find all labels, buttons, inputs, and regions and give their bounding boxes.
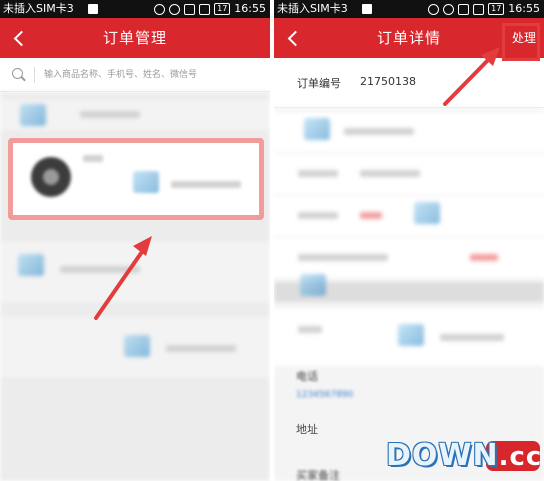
detail-logo <box>414 202 440 224</box>
battery-icon: 17 <box>488 3 505 15</box>
mute-icon <box>154 3 166 15</box>
list-item-logo <box>20 104 46 126</box>
order-number-label: 订单编号 <box>297 77 341 90</box>
search-icon <box>12 68 23 79</box>
list-item-text <box>80 111 140 118</box>
status-bar: 未插入SIM卡3 17 16:55 <box>0 0 270 18</box>
alarm-icon <box>169 3 181 15</box>
detail-logo <box>304 118 330 140</box>
order-card-text <box>171 181 241 188</box>
detail-text <box>298 326 322 333</box>
detail-text <box>470 254 498 261</box>
wifi-icon <box>458 3 470 15</box>
clock-text: 16:55 <box>508 2 540 15</box>
list-item-text <box>166 345 236 352</box>
process-button-highlight <box>502 23 540 61</box>
status-bar: 未插入SIM卡3 17 16:55 <box>274 0 544 18</box>
detail-row <box>274 238 544 278</box>
order-management-screen: 未插入SIM卡3 17 16:55 订单管理 <box>0 0 270 481</box>
detail-row <box>274 196 544 236</box>
alarm-icon <box>443 3 455 15</box>
detail-text <box>344 128 414 135</box>
list-item[interactable] <box>0 100 270 130</box>
address-label: 地址 <box>296 423 318 436</box>
order-card-highlighted[interactable] <box>8 138 264 220</box>
image-notification-icon <box>362 4 372 14</box>
clock-text: 16:55 <box>234 2 266 15</box>
order-detail-screen: 未插入SIM卡3 17 16:55 订单详情 处理 订单编号 21750138 <box>274 0 544 481</box>
detail-row <box>274 308 544 366</box>
detail-text <box>298 254 388 261</box>
order-card-logo <box>133 171 159 193</box>
list-item[interactable] <box>0 317 270 377</box>
search-input[interactable] <box>44 65 254 85</box>
watermark-logo: DOWN.cc <box>386 434 542 478</box>
detail-section-header <box>274 274 544 302</box>
detail-row <box>274 112 544 152</box>
watermark-text: DOWN.cc <box>386 438 543 473</box>
detail-logo <box>300 274 326 296</box>
carrier-text: 未插入SIM卡3 <box>3 2 74 15</box>
order-card-text <box>83 155 103 162</box>
detail-text <box>360 170 420 177</box>
list-item[interactable] <box>0 242 270 302</box>
detail-text <box>440 334 504 341</box>
detail-text <box>298 212 338 219</box>
search-bar[interactable] <box>0 58 270 92</box>
remark-label: 买家备注 <box>296 469 340 481</box>
image-notification-icon <box>88 4 98 14</box>
avatar <box>31 157 71 197</box>
phone-link[interactable]: 1234567890 <box>296 390 353 400</box>
status-icons: 17 16:55 <box>428 0 540 18</box>
wifi-icon <box>184 3 196 15</box>
detail-text <box>298 170 338 177</box>
list-item-text <box>60 266 140 273</box>
carrier-text: 未插入SIM卡3 <box>277 2 348 15</box>
search-divider <box>34 67 35 83</box>
signal-icon <box>473 3 485 15</box>
detail-logo <box>398 324 424 346</box>
order-number-value: 21750138 <box>360 75 416 88</box>
status-icons: 17 16:55 <box>154 0 266 18</box>
detail-row <box>274 154 544 194</box>
battery-icon: 17 <box>214 3 231 15</box>
list-item-logo <box>124 335 150 357</box>
page-title: 订单管理 <box>102 29 167 47</box>
mute-icon <box>428 3 440 15</box>
signal-icon <box>199 3 211 15</box>
phone-label: 电话 <box>296 370 318 383</box>
title-bar: 订单管理 <box>0 18 270 58</box>
list-item-logo <box>18 254 44 276</box>
detail-text <box>360 212 382 219</box>
order-number-row: 订单编号 21750138 <box>274 58 544 108</box>
